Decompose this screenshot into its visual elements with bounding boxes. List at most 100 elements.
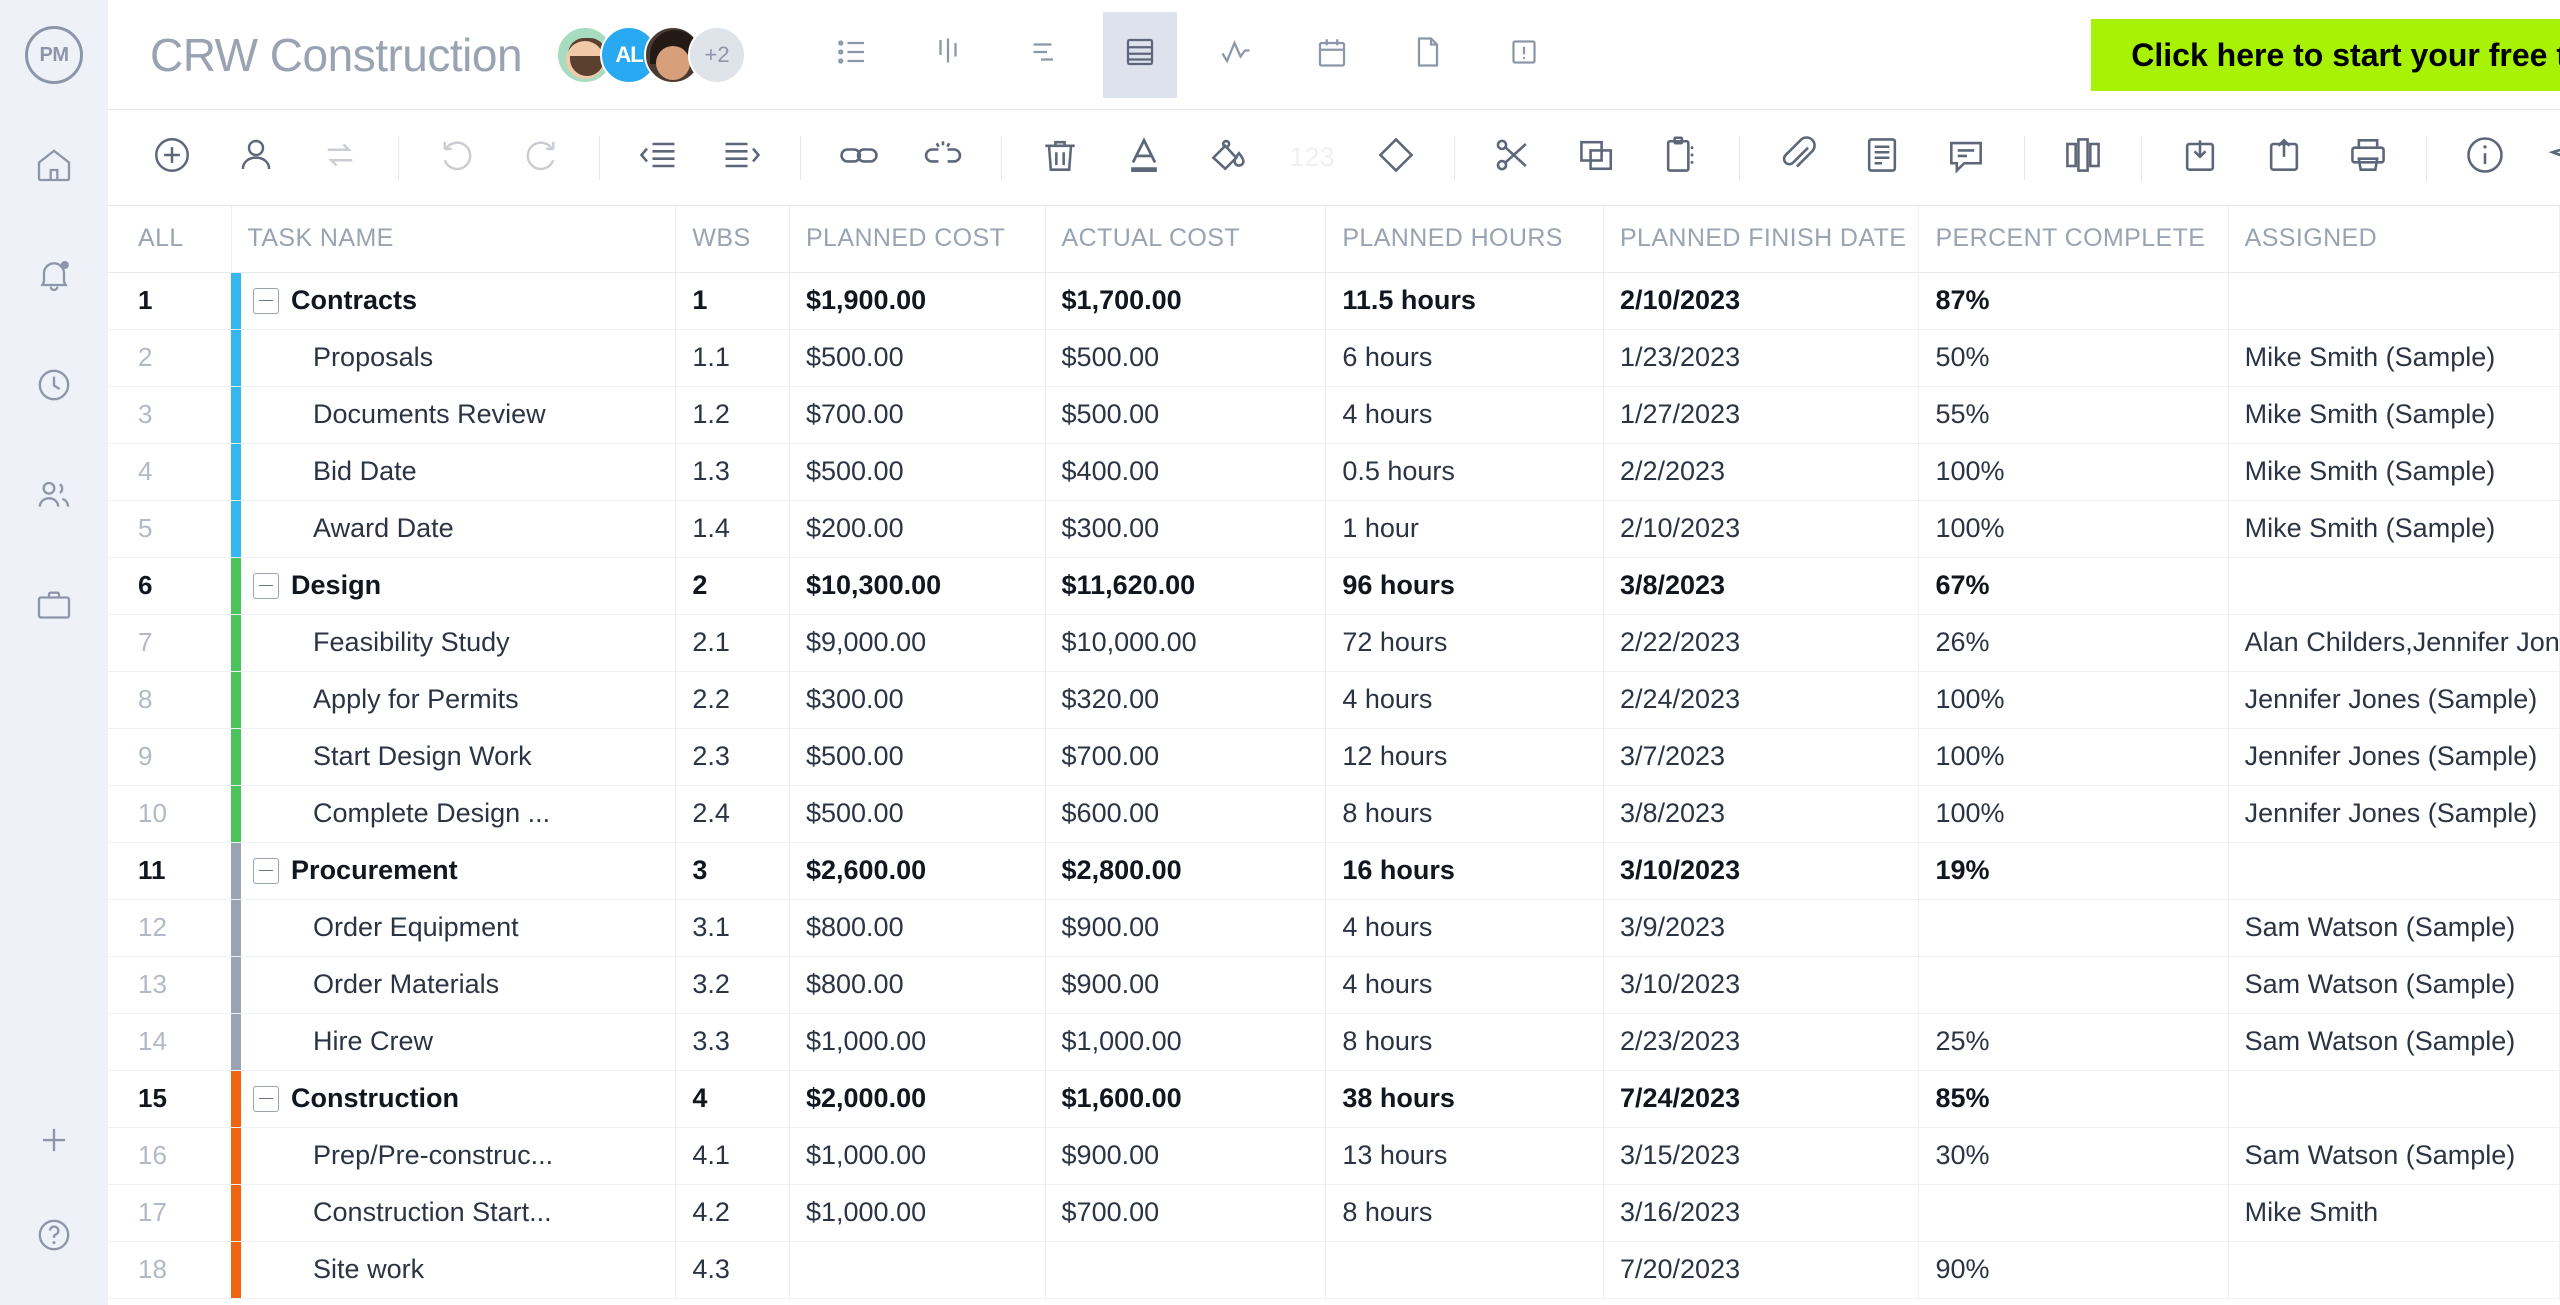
planned-cost-cell[interactable]: $1,000.00 (789, 1127, 1046, 1185)
tab-board-view[interactable] (917, 12, 979, 98)
percent-complete-cell[interactable]: 90% (1918, 1241, 2229, 1299)
wbs-cell[interactable]: 1.1 (675, 329, 790, 387)
sidebar-item-team[interactable] (0, 440, 108, 550)
column-header-planned-cost[interactable]: PLANNED COST (789, 206, 1046, 273)
column-header-task-name[interactable]: TASK NAME (231, 206, 677, 273)
percent-complete-cell[interactable]: 50% (1918, 329, 2229, 387)
planned-cost-cell[interactable]: $500.00 (789, 728, 1046, 786)
planned-finish-date-cell[interactable]: 3/15/2023 (1603, 1127, 1920, 1185)
task-name-cell[interactable]: Procurement (231, 842, 677, 900)
app-logo[interactable]: PM (0, 0, 108, 110)
column-header-wbs[interactable]: WBS (675, 206, 790, 273)
column-header-planned-finish[interactable]: PLANNED FINISH DATE (1603, 206, 1920, 273)
planned-finish-date-cell[interactable]: 2/24/2023 (1603, 671, 1920, 729)
planned-hours-cell[interactable]: 11.5 hours (1325, 272, 1604, 330)
planned-cost-cell[interactable]: $200.00 (789, 500, 1046, 558)
planned-finish-date-cell[interactable]: 1/23/2023 (1603, 329, 1920, 387)
task-name-cell[interactable]: Proposals (231, 329, 677, 387)
assigned-cell[interactable]: Alan Childers,Jennifer Jones (Sample) (2228, 614, 2560, 672)
actual-cost-cell[interactable]: $1,700.00 (1045, 272, 1327, 330)
planned-hours-cell[interactable]: 4 hours (1325, 386, 1604, 444)
sidebar-item-timesheets[interactable] (0, 330, 108, 440)
task-name-cell[interactable]: Contracts (231, 272, 677, 330)
percent-complete-cell[interactable]: 100% (1918, 500, 2229, 558)
planned-cost-cell[interactable]: $2,600.00 (789, 842, 1046, 900)
attachment-button[interactable] (1770, 130, 1826, 186)
percent-complete-cell[interactable]: 85% (1918, 1070, 2229, 1128)
text-color-button[interactable] (1116, 130, 1172, 186)
notes-button[interactable] (1854, 130, 1910, 186)
table-row[interactable]: 13 Order Materials 3.2 $800.00 $900.00 4 hour… (108, 956, 2560, 1014)
planned-finish-date-cell[interactable]: 2/23/2023 (1603, 1013, 1920, 1071)
wbs-cell[interactable]: 4 (675, 1070, 790, 1128)
assigned-cell[interactable]: Mike Smith (2228, 1184, 2560, 1242)
table-row[interactable]: 5 Award Date 1.4 $200.00 $300.00 1 hour 2/10/2… (108, 500, 2560, 558)
planned-finish-date-cell[interactable]: 3/8/2023 (1603, 557, 1920, 615)
planned-hours-cell[interactable]: 4 hours (1325, 899, 1604, 957)
indent-button[interactable] (714, 130, 770, 186)
export-button[interactable] (2256, 130, 2312, 186)
percent-complete-cell[interactable]: 100% (1918, 728, 2229, 786)
unlink-tasks-button[interactable] (915, 130, 971, 186)
task-name-cell[interactable]: Construction (231, 1070, 677, 1128)
planned-finish-date-cell[interactable]: 7/24/2023 (1603, 1070, 1920, 1128)
tab-list-view[interactable] (821, 12, 883, 98)
task-name-cell[interactable]: Prep/Pre-construc... (231, 1127, 677, 1185)
assigned-cell[interactable]: Sam Watson (Sample) (2228, 1013, 2560, 1071)
print-button[interactable] (2340, 130, 2396, 186)
assigned-cell[interactable] (2228, 1070, 2560, 1128)
wbs-cell[interactable]: 1 (675, 272, 790, 330)
table-row[interactable]: 7 Feasibility Study 2.1 $9,000.00 $10,000.00… (108, 614, 2560, 672)
assigned-cell[interactable]: Jennifer Jones (Sample) (2228, 728, 2560, 786)
planned-hours-cell[interactable]: 4 hours (1325, 956, 1604, 1014)
avatar-overflow[interactable]: +2 (688, 25, 747, 84)
planned-hours-cell[interactable]: 6 hours (1325, 329, 1604, 387)
planned-cost-cell[interactable]: $500.00 (789, 329, 1046, 387)
columns-button[interactable] (2055, 130, 2111, 186)
planned-hours-cell[interactable]: 96 hours (1325, 557, 1604, 615)
assigned-cell[interactable]: Sam Watson (Sample) (2228, 899, 2560, 957)
sidebar-item-home[interactable] (0, 110, 108, 220)
percent-complete-cell[interactable]: 100% (1918, 671, 2229, 729)
tab-gantt-view[interactable] (1013, 12, 1075, 98)
actual-cost-cell[interactable]: $11,620.00 (1045, 557, 1327, 615)
delete-button[interactable] (1032, 130, 1088, 186)
planned-finish-date-cell[interactable]: 2/10/2023 (1603, 500, 1920, 558)
sidebar-item-help[interactable] (0, 1195, 108, 1305)
actual-cost-cell[interactable]: $900.00 (1045, 956, 1327, 1014)
planned-cost-cell[interactable]: $700.00 (789, 386, 1046, 444)
actual-cost-cell[interactable]: $1,600.00 (1045, 1070, 1327, 1128)
table-row[interactable]: 4 Bid Date 1.3 $500.00 $400.00 0.5 hours 2/2/2… (108, 443, 2560, 501)
planned-finish-date-cell[interactable]: 3/7/2023 (1603, 728, 1920, 786)
planned-cost-cell[interactable]: $2,000.00 (789, 1070, 1046, 1128)
tab-workload-view[interactable] (1205, 12, 1267, 98)
planned-hours-cell[interactable]: 8 hours (1325, 785, 1604, 843)
wbs-cell[interactable]: 3.1 (675, 899, 790, 957)
wbs-cell[interactable]: 2 (675, 557, 790, 615)
collapse-toggle-icon[interactable] (253, 857, 280, 884)
task-name-cell[interactable]: Site work (231, 1241, 677, 1299)
actual-cost-cell[interactable]: $500.00 (1045, 386, 1327, 444)
assigned-cell[interactable] (2228, 557, 2560, 615)
wbs-cell[interactable]: 4.3 (675, 1241, 790, 1299)
copy-button[interactable] (1569, 130, 1625, 186)
column-header-percent[interactable]: PERCENT COMPLETE (1918, 206, 2229, 273)
table-row[interactable]: 1 Contracts 1 $1,900.00 $1,700.00 11.5 hours 2… (108, 272, 2560, 330)
percent-complete-cell[interactable] (1918, 1184, 2229, 1242)
planned-cost-cell[interactable]: $800.00 (789, 899, 1046, 957)
actual-cost-cell[interactable]: $300.00 (1045, 500, 1327, 558)
actual-cost-cell[interactable]: $900.00 (1045, 1127, 1327, 1185)
planned-cost-cell[interactable]: $500.00 (789, 443, 1046, 501)
outdent-button[interactable] (630, 130, 686, 186)
percent-complete-cell[interactable]: 100% (1918, 785, 2229, 843)
actual-cost-cell[interactable]: $900.00 (1045, 899, 1327, 957)
wbs-cell[interactable]: 1.4 (675, 500, 790, 558)
wbs-cell[interactable]: 3.2 (675, 956, 790, 1014)
task-name-cell[interactable]: Apply for Permits (231, 671, 677, 729)
planned-finish-date-cell[interactable]: 3/16/2023 (1603, 1184, 1920, 1242)
planned-finish-date-cell[interactable]: 2/2/2023 (1603, 443, 1920, 501)
tab-sheet-view[interactable] (1103, 11, 1178, 98)
task-name-cell[interactable]: Construction Start... (231, 1184, 677, 1242)
assigned-cell[interactable]: Mike Smith (Sample) (2228, 500, 2560, 558)
wbs-cell[interactable]: 3.3 (675, 1013, 790, 1071)
